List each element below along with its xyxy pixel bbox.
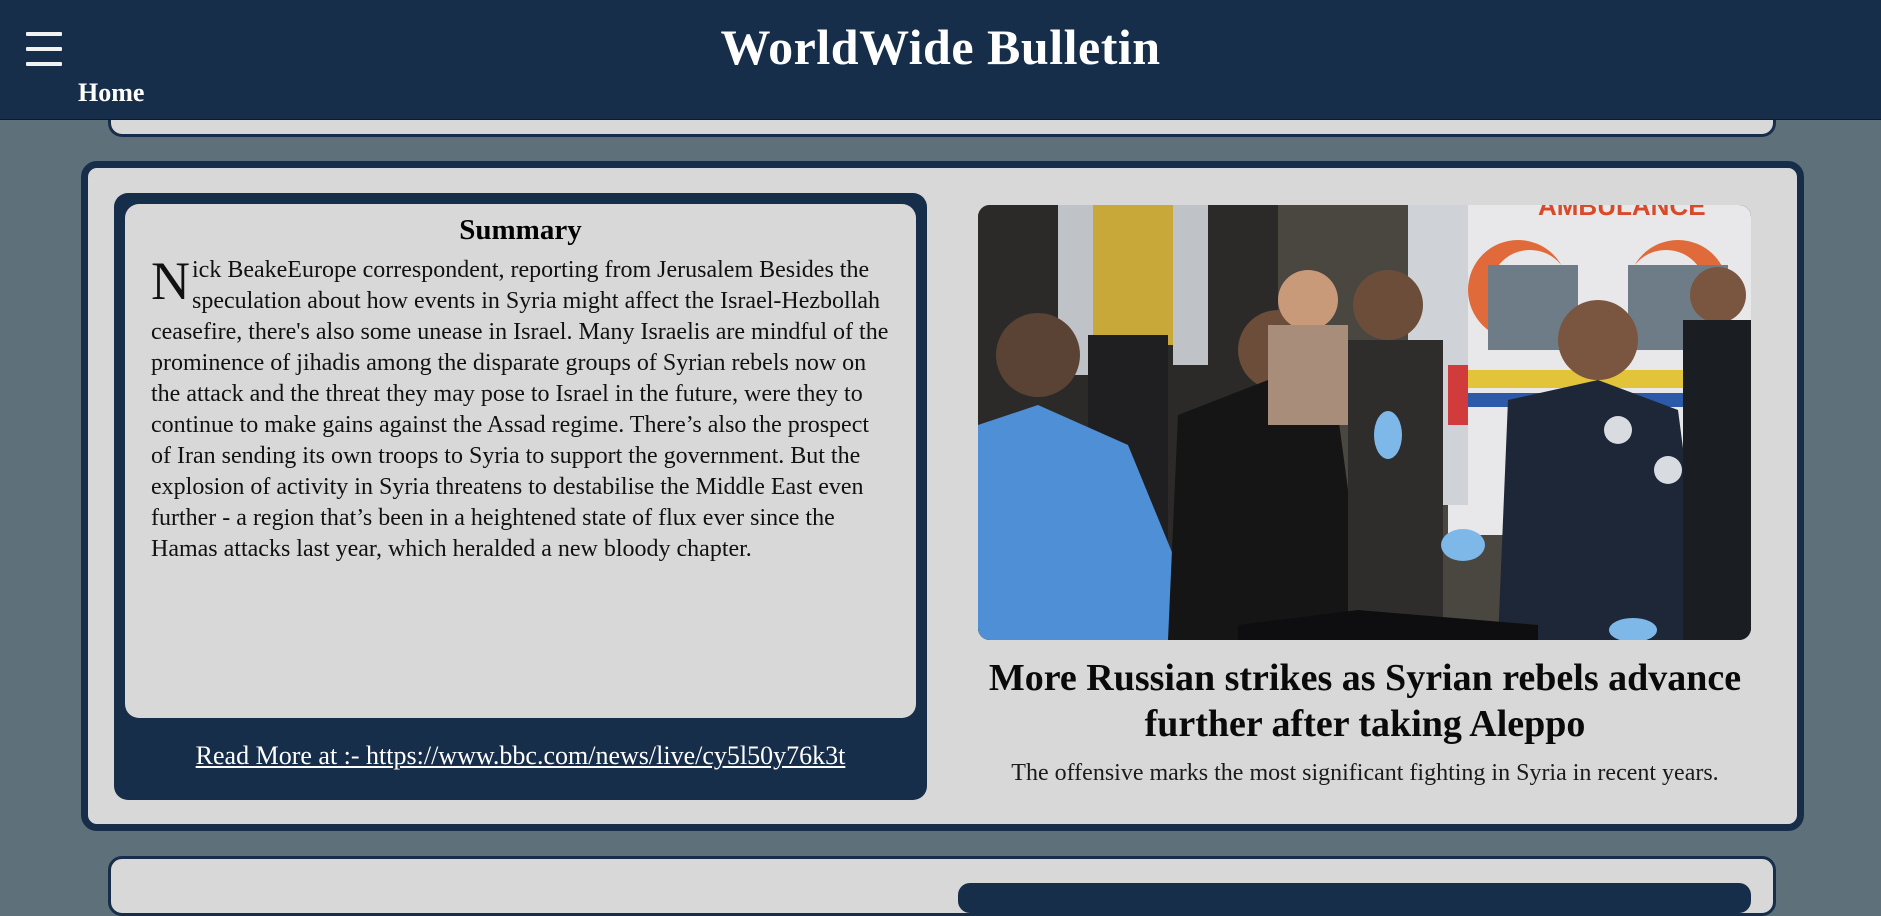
summary-text: Nick BeakeEurope correspondent, reportin… (151, 251, 890, 565)
article-subheadline: The offensive marks the most significant… (1011, 760, 1719, 786)
site-title: WorldWide Bulletin (720, 19, 1161, 75)
summary-body: ick BeakeEurope correspondent, reporting… (151, 257, 889, 562)
article-headline[interactable]: More Russian strikes as Syrian rebels ad… (960, 655, 1770, 747)
summary-box: Summary Nick BeakeEurope correspondent, … (125, 204, 916, 718)
summary-heading: Summary (459, 214, 582, 246)
drop-cap: N (151, 251, 190, 311)
next-article-panel (958, 883, 1751, 913)
site-header: WorldWide Bulletin Home (0, 0, 1881, 120)
read-more-link[interactable]: Read More at :- https://www.bbc.com/news… (114, 741, 927, 771)
article-photo: AMBULANCE (978, 205, 1751, 640)
ambulance-scene-photo: AMBULANCE (978, 205, 1751, 640)
nav-home-link[interactable]: Home (78, 78, 144, 108)
ambulance-lettering: AMBULANCE (1538, 205, 1706, 221)
